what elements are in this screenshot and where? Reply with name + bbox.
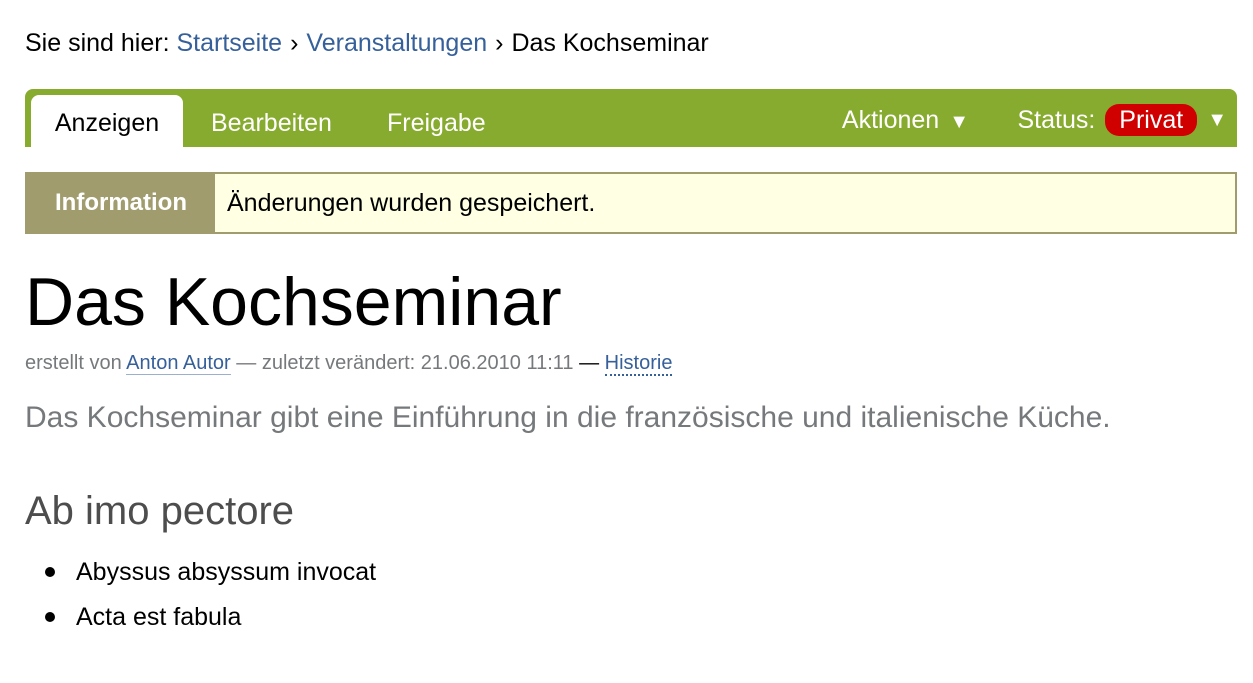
byline-dash: —	[579, 352, 600, 374]
status-badge: Privat	[1105, 104, 1198, 136]
list-item: Abyssus absyssum invocat	[25, 550, 376, 595]
tab-bearbeiten[interactable]: Bearbeiten	[211, 95, 332, 147]
document-byline: erstellt von Anton Autor — zuletzt verän…	[25, 350, 673, 376]
author-link[interactable]: Anton Autor	[126, 352, 231, 375]
byline-modified: — zuletzt verändert: 21.06.2010 11:11	[236, 352, 574, 374]
tab-freigabe[interactable]: Freigabe	[387, 95, 486, 147]
section-heading: Ab imo pectore	[25, 489, 295, 533]
breadcrumb-link-startseite[interactable]: Startseite	[176, 29, 282, 57]
list-item: Acta est fabula	[25, 595, 376, 640]
breadcrumb-link-veranstaltungen[interactable]: Veranstaltungen	[306, 29, 487, 57]
content-list: Abyssus absyssum invocat Acta est fabula	[25, 550, 376, 640]
status-menu-button[interactable]: Status: Privat ▼	[1017, 103, 1227, 137]
page-title: Das Kochseminar	[25, 264, 562, 340]
list-item-text: Abyssus absyssum invocat	[76, 558, 377, 586]
breadcrumb-separator: ›	[495, 29, 504, 57]
page-description: Das Kochseminar gibt eine Einführung in …	[25, 401, 1111, 434]
byline-created-by: erstellt von	[25, 352, 122, 374]
info-message: Information Änderungen wurden gespeicher…	[25, 172, 1237, 234]
status-label: Status:	[1017, 106, 1096, 134]
tab-anzeigen[interactable]: Anzeigen	[31, 95, 183, 147]
actions-menu-button[interactable]: Aktionen ▼	[842, 103, 969, 139]
bullet-icon	[45, 612, 55, 622]
actions-label: Aktionen	[841, 106, 940, 134]
breadcrumb: Sie sind hier: Startseite › Veranstaltunge…	[25, 27, 709, 59]
info-message-text: Änderungen wurden gespeichert.	[227, 188, 596, 217]
history-link[interactable]: Historie	[604, 352, 673, 376]
breadcrumb-prefix: Sie sind hier:	[25, 29, 170, 57]
breadcrumb-separator: ›	[290, 29, 299, 57]
list-item-text: Acta est fabula	[76, 603, 242, 631]
content-toolbar: Anzeigen Bearbeiten Freigabe Aktionen ▼ S…	[25, 89, 1237, 147]
chevron-down-icon: ▼	[1207, 109, 1227, 131]
breadcrumb-current: Das Kochseminar	[511, 29, 709, 57]
bullet-icon	[45, 567, 55, 577]
info-message-label: Information	[27, 174, 215, 232]
chevron-down-icon: ▼	[949, 111, 969, 133]
